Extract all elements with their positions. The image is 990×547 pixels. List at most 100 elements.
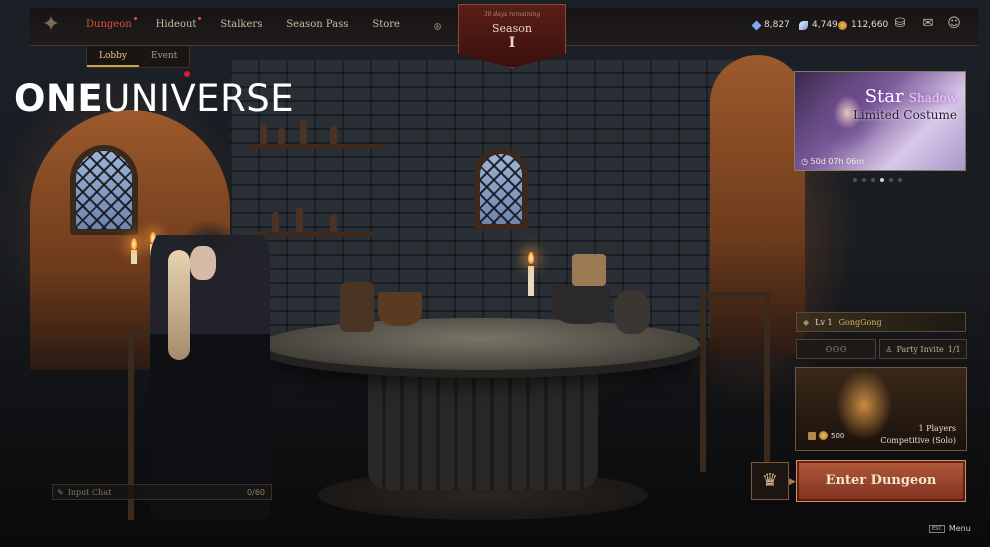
crest-icon: ♛ — [761, 470, 779, 491]
cauldron — [552, 286, 610, 324]
friends-icon[interactable]: ☺ — [945, 16, 963, 32]
esc-key-hint: ESC — [929, 524, 945, 533]
shop-bag-icon[interactable]: ⛁ — [891, 16, 909, 32]
candle-flame — [528, 252, 534, 264]
bottle — [260, 124, 267, 144]
nav-stalkers[interactable]: Stalkers — [220, 19, 262, 30]
chair-right — [700, 292, 770, 472]
pager-dot[interactable] — [898, 178, 902, 182]
chat-char-count: 0/60 — [247, 488, 265, 497]
dungeon-players: 1 Players — [918, 424, 956, 433]
currency-value: 112,660 — [851, 20, 889, 30]
character-face — [190, 246, 216, 280]
shelf-lower — [252, 232, 374, 237]
nav-store[interactable]: Store — [372, 19, 400, 30]
pager-dot[interactable] — [853, 178, 857, 182]
chat-box: ✎ 0/60 — [52, 484, 272, 500]
nav-label: Stalkers — [220, 19, 263, 30]
logo-dot — [184, 71, 190, 77]
feather-icon — [799, 20, 808, 30]
jug — [614, 290, 650, 334]
bottle — [300, 120, 307, 144]
gem-icon — [751, 20, 762, 30]
sub-nav: Lobby Event — [86, 46, 191, 68]
player-name: GongGong — [838, 317, 882, 327]
candle — [131, 250, 137, 264]
party-invite-count: 1/1 — [947, 344, 961, 354]
bottle — [272, 212, 279, 232]
season-number: I — [508, 35, 516, 51]
menu-label: Menu — [948, 524, 971, 533]
bottle — [330, 214, 337, 232]
entry-cost: 500 — [808, 431, 844, 440]
nav-label: Season Pass — [286, 19, 349, 30]
currency-feathers[interactable]: 4,749 — [799, 20, 838, 30]
left-window — [70, 145, 138, 235]
clock-icon: ◷ — [801, 157, 808, 166]
nav-label: Hideout — [155, 19, 197, 30]
party-invite-button[interactable]: ♙ Party Invite 1/1 — [879, 339, 967, 359]
tankard — [340, 282, 374, 332]
candle — [528, 266, 534, 296]
party-members-button[interactable]: ⚇⚇⚇ — [796, 339, 876, 359]
event-subtitle: Limited Costume — [852, 108, 957, 122]
cheese-block — [572, 254, 606, 286]
nav-hideout[interactable]: Hideout — [155, 17, 202, 30]
mail-icon[interactable]: ✉ — [919, 16, 937, 32]
pager-dot[interactable] — [871, 178, 875, 182]
coin-icon — [819, 431, 828, 440]
invite-icon: ♙ — [885, 344, 893, 354]
currency-value: 8,827 — [764, 20, 790, 30]
bottle — [330, 126, 337, 144]
event-banner-card[interactable]: Star Shadow Limited Costume ◷ 50d 07h 06… — [794, 71, 966, 171]
entry-cost-value: 500 — [831, 431, 845, 440]
nav-label: Dungeon — [86, 19, 132, 30]
logo-text-one: ONE — [14, 77, 104, 120]
character-hair — [168, 250, 190, 360]
currency-coins[interactable]: 112,660 — [838, 20, 888, 30]
event-title: Star Shadow — [865, 86, 957, 107]
player-class-icon: ◆ — [803, 317, 810, 327]
bottle — [278, 128, 285, 144]
party-invite-label: Party Invite — [896, 344, 944, 354]
party-members-icon: ⚇⚇⚇ — [825, 344, 847, 354]
event-timer-text: 50d 07h 06m — [810, 157, 865, 166]
event-title-shadow: Shadow — [908, 91, 957, 105]
game-emblem-icon: ✦ — [41, 12, 61, 37]
player-level: Lv 1 — [815, 317, 833, 327]
pager-dot[interactable] — [862, 178, 866, 182]
tab-event[interactable]: Event — [139, 46, 189, 67]
logo-text-universe: UNIVERSE — [103, 77, 295, 120]
bottle — [296, 208, 303, 232]
event-pager — [853, 178, 902, 182]
currency-gems[interactable]: 8,827 — [751, 20, 790, 30]
chat-bubble-icon: ✎ — [57, 487, 64, 497]
table-base — [368, 370, 598, 490]
coin-icon — [838, 20, 847, 30]
player-slot[interactable]: ◆ Lv 1 GongGong — [796, 312, 966, 332]
compass-icon[interactable]: ⊛ — [433, 20, 442, 33]
stalker-character — [150, 210, 270, 520]
event-title-star: Star — [864, 86, 904, 107]
candle-flame — [131, 238, 137, 250]
menu-button[interactable]: ESC Menu — [929, 524, 971, 533]
arrow-right-icon: ▶ — [789, 477, 796, 487]
main-nav: Dungeon Hideout Stalkers Season Pass Sto… — [86, 17, 400, 30]
loadout-button[interactable]: ♛ — [751, 462, 789, 500]
nav-season-pass[interactable]: Season Pass — [286, 19, 348, 30]
shelf-upper — [246, 144, 382, 149]
dungeon-mode-card[interactable]: 500 1 Players Competitive (Solo) — [795, 367, 967, 451]
event-timer: ◷ 50d 07h 06m — [801, 157, 864, 166]
nav-label: Store — [372, 19, 400, 30]
currency-value: 4,749 — [812, 20, 838, 30]
dungeon-key-icon — [808, 431, 816, 440]
bread-basket — [378, 292, 422, 326]
tab-lobby[interactable]: Lobby — [87, 46, 140, 67]
pager-dot-active[interactable] — [880, 178, 884, 182]
chat-input[interactable] — [67, 487, 228, 497]
dungeon-mode: Competitive (Solo) — [880, 436, 956, 445]
nav-dungeon[interactable]: Dungeon — [86, 17, 137, 30]
pager-dot[interactable] — [889, 178, 893, 182]
enter-dungeon-button[interactable]: Enter Dungeon — [796, 460, 966, 502]
notification-dot — [133, 17, 137, 20]
